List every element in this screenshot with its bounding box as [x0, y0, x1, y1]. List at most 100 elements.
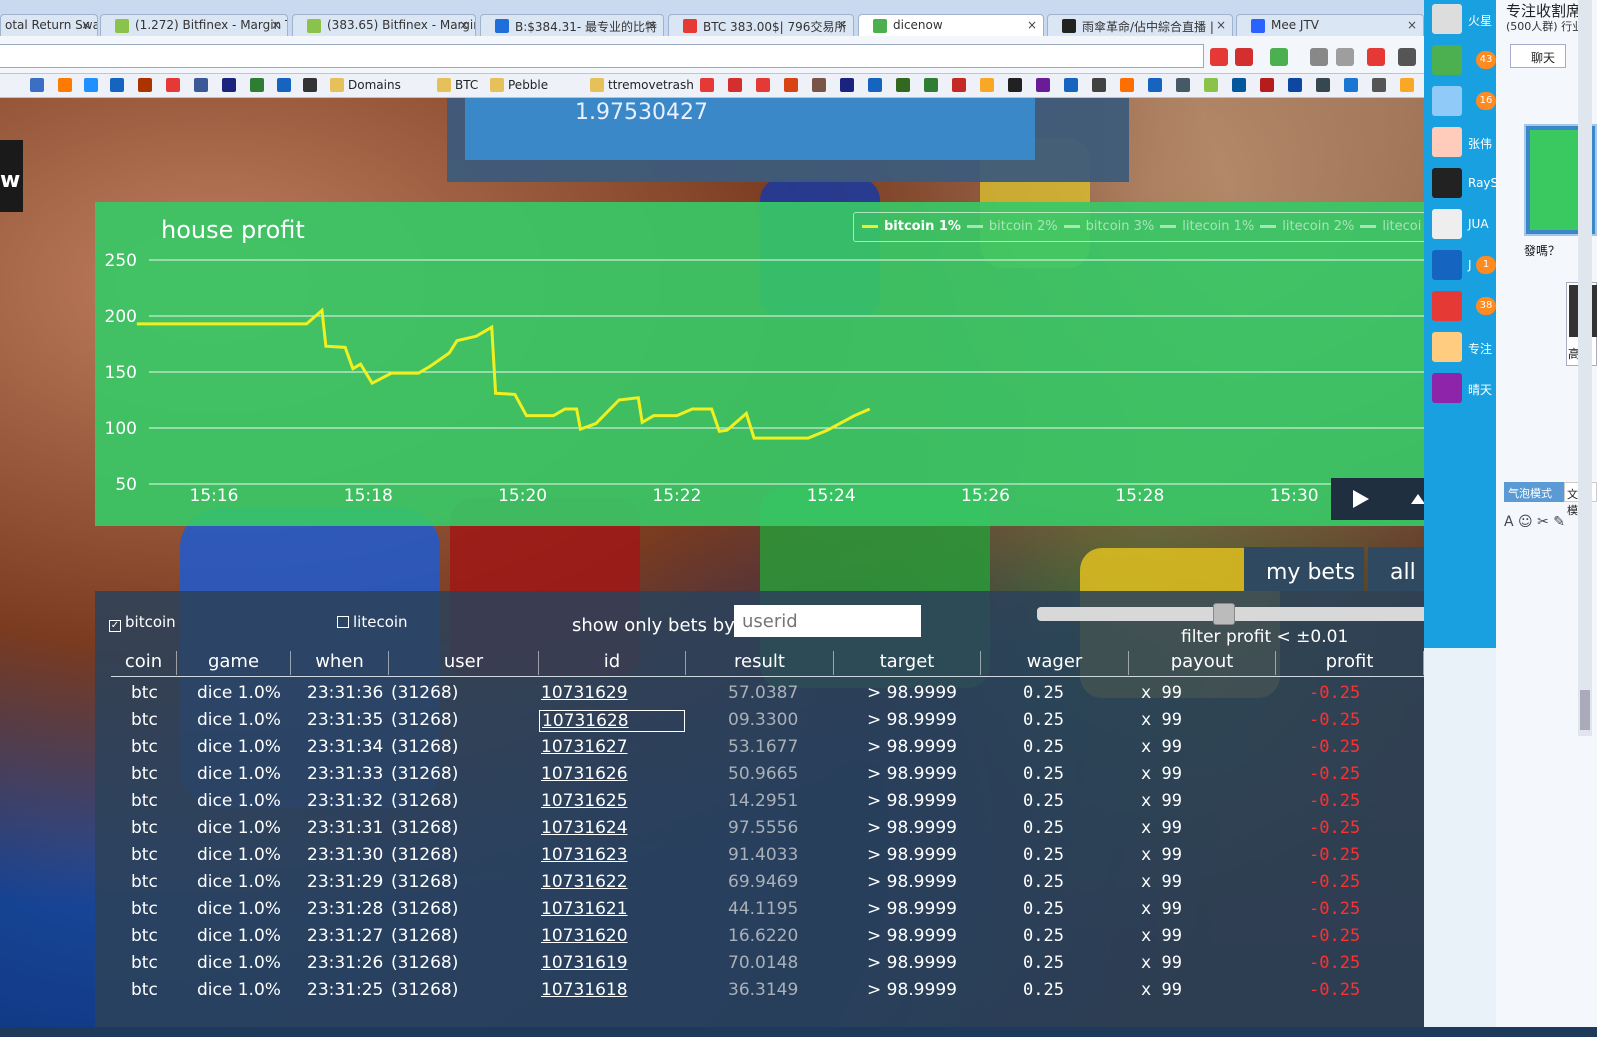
extension-icon[interactable] [1235, 48, 1253, 66]
bookmark-icon[interactable] [1344, 78, 1358, 92]
cell-id[interactable]: 10731618 [541, 980, 628, 1000]
cell-id[interactable]: 10731629 [541, 683, 628, 703]
slider-knob[interactable] [1213, 603, 1235, 625]
tab-my-bets[interactable]: my bets [1244, 547, 1364, 591]
table-row[interactable]: btc dice 1.0% 23:31:34 (31268) 10731627 53.16… [111, 733, 1424, 760]
bookmark-icon[interactable] [194, 78, 208, 92]
table-row[interactable]: btc dice 1.0% 23:31:28 (31268) 10731621 44.11… [111, 895, 1424, 922]
contact-avatar[interactable] [1432, 332, 1462, 362]
contact-avatar[interactable] [1432, 168, 1462, 198]
bookmark-icon[interactable] [1036, 78, 1050, 92]
contact-avatar[interactable] [1432, 209, 1462, 239]
qq-chat-button[interactable]: 聊天 [1510, 44, 1566, 68]
bookmark-icon[interactable] [1232, 78, 1246, 92]
column-header[interactable]: id [539, 651, 686, 675]
bookmark-icon[interactable] [1120, 78, 1134, 92]
cell-id[interactable]: 10731621 [541, 899, 628, 919]
qq-scrollbar[interactable] [1578, 0, 1592, 736]
bookmark-label[interactable]: ttremovetrash [608, 78, 694, 92]
extension-icon[interactable] [1398, 48, 1416, 66]
contact-avatar[interactable] [1432, 127, 1462, 157]
close-icon[interactable]: × [271, 18, 281, 32]
bookmark-icon[interactable] [1372, 78, 1386, 92]
contact-name[interactable]: 晴天 [1468, 381, 1492, 398]
browser-tab[interactable]: BTC 383.00$| 796交易所 × [668, 14, 854, 36]
column-header[interactable]: coin [111, 651, 177, 675]
contact-avatar[interactable] [1432, 373, 1462, 403]
bookmark-icon[interactable] [110, 78, 124, 92]
browser-tab[interactable]: 雨傘革命/佔中綜合直播 | × [1047, 14, 1233, 36]
cell-id[interactable]: 10731620 [541, 926, 628, 946]
bookmark-icon[interactable] [1008, 78, 1022, 92]
column-header[interactable]: result [686, 651, 834, 675]
extension-icon[interactable] [1367, 48, 1385, 66]
bookmark-icon[interactable] [138, 78, 152, 92]
url-input[interactable] [0, 44, 1204, 68]
column-header[interactable]: when [291, 651, 389, 675]
column-header[interactable]: game [177, 651, 291, 675]
column-header[interactable]: profit [1276, 651, 1424, 675]
bookmark-icon[interactable] [1316, 78, 1330, 92]
bookmark-icon[interactable] [1092, 78, 1106, 92]
side-badge[interactable]: w [0, 140, 23, 212]
cell-id[interactable]: 10731624 [541, 818, 628, 838]
bookmark-icon[interactable] [700, 78, 714, 92]
close-icon[interactable]: × [1027, 18, 1037, 32]
cell-id[interactable]: 10731619 [541, 953, 628, 973]
table-row[interactable]: btc dice 1.0% 23:31:30 (31268) 10731623 91.40… [111, 841, 1424, 868]
close-icon[interactable]: × [647, 18, 657, 32]
close-icon[interactable]: × [81, 18, 91, 32]
table-row[interactable]: btc dice 1.0% 23:31:33 (31268) 10731626 50.96… [111, 760, 1424, 787]
contact-name[interactable]: 专注 [1468, 340, 1492, 357]
table-row[interactable]: btc dice 1.0% 23:31:36 (31268) 10731629 57.03… [111, 679, 1424, 706]
bookmark-icon[interactable] [222, 78, 236, 92]
cell-id[interactable]: 10731626 [541, 764, 628, 784]
close-icon[interactable]: × [837, 18, 847, 32]
bookmark-icon[interactable] [166, 78, 180, 92]
table-row[interactable]: btc dice 1.0% 23:31:25 (31268) 10731618 36.31… [111, 976, 1424, 1003]
bitcoin-checkbox[interactable]: ✓ bitcoin [109, 613, 176, 632]
scroll-up-button[interactable] [1389, 478, 1424, 520]
bookmark-icon[interactable] [840, 78, 854, 92]
close-icon[interactable]: × [1407, 18, 1417, 32]
bookmark-icon[interactable] [84, 78, 98, 92]
cell-id[interactable]: 10731623 [541, 845, 628, 865]
bookmark-icon[interactable] [1204, 78, 1218, 92]
bookmark-icon[interactable] [58, 78, 72, 92]
bubble-mode-tab[interactable]: 气泡模式 [1504, 482, 1564, 502]
bookmark-icon[interactable] [812, 78, 826, 92]
font-icon[interactable]: A [1504, 514, 1514, 530]
emoji-icon[interactable]: ☺ [1518, 514, 1533, 530]
extension-icon[interactable] [1270, 48, 1288, 66]
bookmark-label[interactable]: BTC [455, 78, 478, 92]
bookmark-icon[interactable] [784, 78, 798, 92]
column-header[interactable]: payout [1129, 651, 1276, 675]
contact-avatar[interactable] [1432, 4, 1462, 34]
bookmark-icon[interactable] [728, 78, 742, 92]
browser-tab[interactable]: B:$384.31- 最专业的比特 × [480, 14, 664, 36]
bookmark-icon[interactable] [1064, 78, 1078, 92]
extension-icon[interactable] [1310, 48, 1328, 66]
contact-name[interactable]: RayS [1468, 176, 1498, 190]
bookmark-icon[interactable] [1288, 78, 1302, 92]
extension-icon[interactable] [1210, 48, 1228, 66]
bookmark-icon[interactable] [1400, 78, 1414, 92]
play-button[interactable] [1331, 478, 1389, 520]
cell-id[interactable]: 10731622 [541, 872, 628, 892]
bookmark-icon[interactable] [1260, 78, 1274, 92]
browser-tab[interactable]: Mee JTV × [1236, 14, 1424, 36]
column-header[interactable]: wager [981, 651, 1129, 675]
browser-tab[interactable]: (383.65) Bitfinex - Margin × [292, 14, 476, 36]
litecoin-checkbox[interactable]: litecoin [337, 613, 408, 631]
browser-tab[interactable]: dicenow × [858, 14, 1044, 37]
edit-icon[interactable]: ✎ [1553, 514, 1565, 530]
tab-all-bets[interactable]: all b [1368, 547, 1424, 591]
close-icon[interactable]: × [459, 18, 469, 32]
bookmark-icon[interactable] [924, 78, 938, 92]
bookmark-icon[interactable] [30, 78, 44, 92]
table-row[interactable]: btc dice 1.0% 23:31:26 (31268) 10731619 70.01… [111, 949, 1424, 976]
contact-avatar[interactable] [1432, 291, 1462, 321]
userid-input[interactable] [734, 605, 921, 637]
contact-name[interactable]: 张伟 [1468, 135, 1492, 152]
contact-avatar[interactable] [1432, 45, 1462, 75]
